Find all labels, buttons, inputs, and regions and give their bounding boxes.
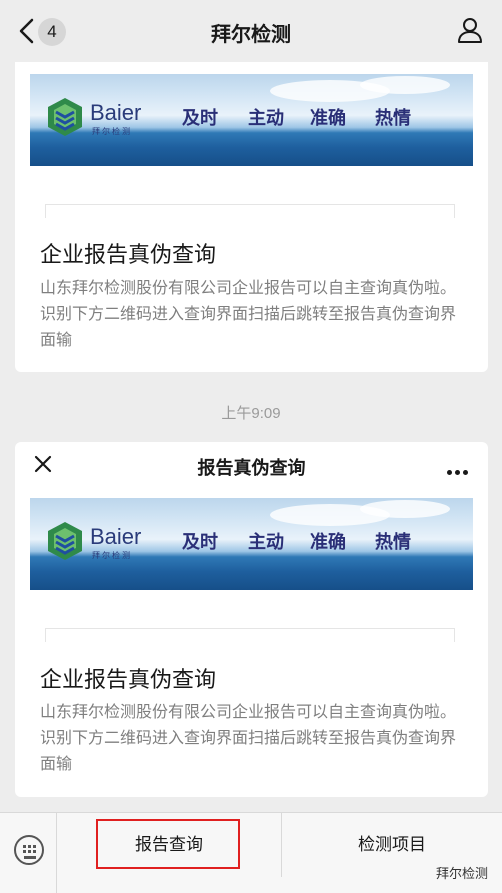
slogan-4: 热情 [375, 108, 411, 128]
image-frame-edge [45, 204, 455, 218]
slogan-2: 主动 [248, 532, 284, 552]
brand-name: Baier [90, 524, 142, 549]
article-title: 企业报告真伪查询 [40, 667, 217, 692]
bottom-menu-bar: 报告查询 检测项目 [0, 812, 502, 893]
article-title: 企业报告真伪查询 [40, 242, 217, 267]
keyboard-icon [14, 835, 44, 865]
baier-logo-icon [46, 520, 84, 562]
banner-image: Baier 拜尔检测 及时 主动 准确 热情 [30, 74, 473, 166]
banner-image: Baier 拜尔检测 及时 主动 准确 热情 [30, 498, 473, 590]
user-profile-icon[interactable] [456, 16, 484, 44]
image-frame-edge [45, 628, 455, 642]
page-title: 拜尔检测 [211, 24, 291, 46]
article-header-title: 报告真伪查询 [197, 458, 306, 478]
brand-subtitle: 拜尔检测 [92, 127, 132, 136]
brand-name: Baier [90, 100, 142, 125]
article-description: 山东拜尔检测股份有限公司企业报告可以自主查询真伪啦。识别下方二维码进入查询界面扫… [40, 280, 457, 349]
slogan-3: 准确 [310, 108, 346, 128]
article-header: 报告真伪查询 [15, 442, 488, 488]
top-nav-bar: 4 拜尔检测 [0, 0, 502, 62]
slogan-1: 及时 [182, 108, 218, 128]
brand-subtitle: 拜尔检测 [92, 551, 132, 560]
slogan-1: 及时 [182, 532, 218, 552]
article-card-1[interactable]: Baier 拜尔检测 及时 主动 准确 热情 企业报告真伪查询 山东拜尔检测股份… [15, 62, 488, 372]
slogan-4: 热情 [375, 532, 411, 552]
article-card-2[interactable]: 报告真伪查询 Baier 拜尔检测 及时 主动 准确 热情 企业报告真伪查询 山… [15, 442, 488, 797]
message-timestamp: 上午9:09 [221, 405, 281, 422]
slogan-3: 准确 [310, 532, 346, 552]
slogan-2: 主动 [248, 108, 284, 128]
article-description: 山东拜尔检测股份有限公司企业报告可以自主查询真伪啦。识别下方二维码进入查询界面扫… [40, 704, 457, 773]
highlight-box [96, 819, 240, 869]
baier-logo-icon [46, 96, 84, 138]
keyboard-toggle-button[interactable] [0, 813, 57, 893]
more-options-icon[interactable] [444, 462, 468, 480]
watermark: 拜尔检测 [435, 866, 488, 881]
